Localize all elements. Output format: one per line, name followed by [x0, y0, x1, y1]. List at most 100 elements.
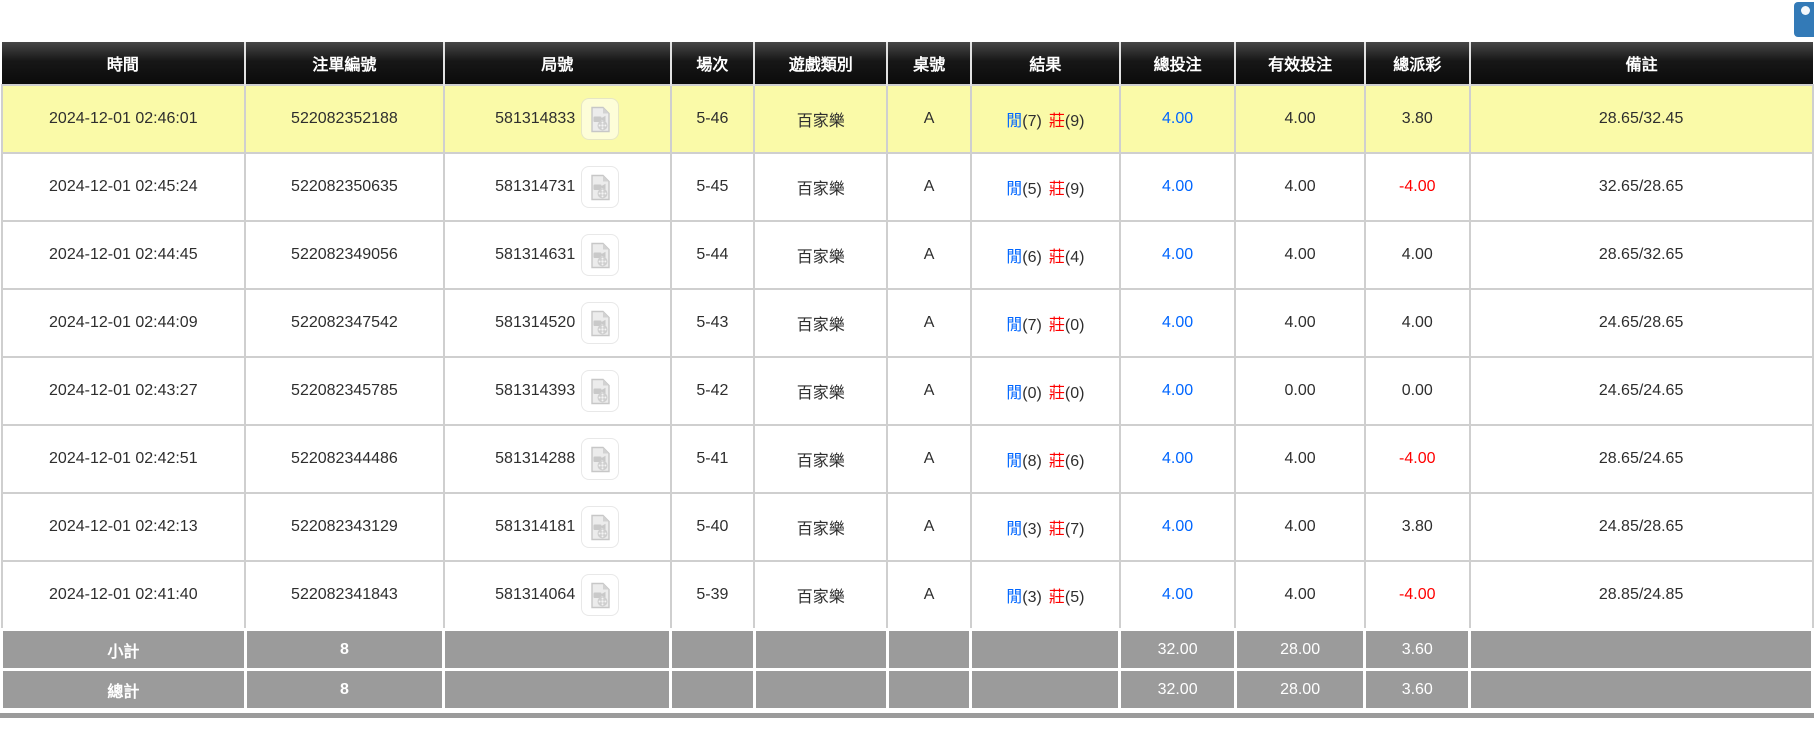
cell-game-type: 百家樂 [754, 289, 887, 357]
table-row[interactable]: 2024-12-01 02:45:24522082350635581314731… [2, 153, 1813, 221]
cell-payout: -4.00 [1365, 153, 1470, 221]
summary-total-bet: 32.00 [1120, 630, 1235, 670]
summary-total-bet: 32.00 [1120, 670, 1235, 710]
banker-score: (9) [1065, 113, 1085, 130]
video-file-icon [589, 174, 612, 201]
subtotal-row: 小計832.0028.003.60 [2, 630, 1813, 670]
video-replay-button[interactable] [581, 438, 619, 480]
video-replay-button[interactable] [581, 574, 619, 616]
video-replay-button[interactable] [581, 166, 619, 208]
cell-payout: -4.00 [1365, 425, 1470, 493]
column-header-round: 局號 [444, 42, 671, 85]
video-file-icon [589, 582, 612, 609]
round-number: 581314288 [495, 450, 575, 468]
cell-time: 2024-12-01 02:42:51 [2, 425, 246, 493]
banker-label: 莊 [1049, 249, 1065, 266]
cell-table-no: A [887, 357, 971, 425]
banker-label: 莊 [1049, 385, 1065, 402]
cell-table-no: A [887, 561, 971, 630]
cell-session: 5-40 [671, 493, 755, 561]
table-row[interactable]: 2024-12-01 02:42:51522082344486581314288… [2, 425, 1813, 493]
cell-payout: 4.00 [1365, 289, 1470, 357]
cell-game-type: 百家樂 [754, 357, 887, 425]
banker-score: (4) [1065, 249, 1085, 266]
cell-bet-id: 522082350635 [245, 153, 444, 221]
column-header-table-no: 桌號 [887, 42, 971, 85]
table-row-highlighted[interactable]: 2024-12-01 02:46:01522082352188581314833… [2, 85, 1813, 153]
table-row[interactable]: 2024-12-01 02:42:13522082343129581314181… [2, 493, 1813, 561]
banker-label: 莊 [1049, 317, 1065, 334]
grand-total-label: 總計 [2, 670, 246, 710]
cell-bet-id: 522082345785 [245, 357, 444, 425]
banker-label: 莊 [1049, 521, 1065, 538]
bet-history-page: 時間注單編號局號場次遊戲類別桌號結果總投注有效投注總派彩備註 2024-12-0… [0, 0, 1814, 730]
table-row[interactable]: 2024-12-01 02:41:40522082341843581314064… [2, 561, 1813, 630]
round-group: 581314731 [449, 166, 666, 208]
cell-result: 閒(3)莊(5) [971, 561, 1120, 630]
round-group: 581314631 [449, 234, 666, 276]
cell-round: 581314064 [444, 561, 671, 630]
cell-bet-id: 522082341843 [245, 561, 444, 630]
column-header-result: 結果 [971, 42, 1120, 85]
column-header-payout: 總派彩 [1365, 42, 1470, 85]
round-group: 581314520 [449, 302, 666, 344]
summary-empty-cell [754, 670, 887, 710]
top-right-button[interactable] [1794, 2, 1814, 37]
cell-game-type: 百家樂 [754, 153, 887, 221]
banker-label: 莊 [1049, 453, 1065, 470]
cell-valid-bet: 4.00 [1235, 425, 1365, 493]
summary-empty-cell [671, 670, 755, 710]
cell-table-no: A [887, 153, 971, 221]
summary-empty-cell [971, 670, 1120, 710]
cell-result: 閒(6)莊(4) [971, 221, 1120, 289]
video-replay-button[interactable] [581, 370, 619, 412]
cell-remark: 28.65/24.65 [1470, 425, 1813, 493]
table-row[interactable]: 2024-12-01 02:44:45522082349056581314631… [2, 221, 1813, 289]
summary-count: 8 [245, 630, 444, 670]
cell-time: 2024-12-01 02:45:24 [2, 153, 246, 221]
cell-remark: 32.65/28.65 [1470, 153, 1813, 221]
cell-session: 5-43 [671, 289, 755, 357]
round-number: 581314181 [495, 518, 575, 536]
video-replay-button[interactable] [581, 234, 619, 276]
video-replay-button[interactable] [581, 98, 619, 140]
cell-result: 閒(7)莊(9) [971, 85, 1120, 153]
round-number: 581314393 [495, 382, 575, 400]
cell-session: 5-44 [671, 221, 755, 289]
round-number: 581314520 [495, 314, 575, 332]
cell-total-bet: 4.00 [1120, 153, 1235, 221]
cell-valid-bet: 0.00 [1235, 357, 1365, 425]
cell-round: 581314833 [444, 85, 671, 153]
summary-payout: 3.60 [1365, 630, 1470, 670]
cell-session: 5-41 [671, 425, 755, 493]
cell-game-type: 百家樂 [754, 561, 887, 630]
column-header-remark: 備註 [1470, 42, 1813, 85]
cell-bet-id: 522082352188 [245, 85, 444, 153]
cell-round: 581314520 [444, 289, 671, 357]
video-replay-button[interactable] [581, 302, 619, 344]
banker-label: 莊 [1049, 589, 1065, 606]
table-bottom-bar [0, 713, 1814, 718]
cell-game-type: 百家樂 [754, 493, 887, 561]
grand-total-row: 總計832.0028.003.60 [2, 670, 1813, 710]
cell-total-bet: 4.00 [1120, 85, 1235, 153]
cell-valid-bet: 4.00 [1235, 85, 1365, 153]
video-file-icon [589, 378, 612, 405]
player-score: (0) [1022, 385, 1042, 402]
player-label: 閒 [1006, 181, 1022, 198]
video-replay-button[interactable] [581, 506, 619, 548]
table-row[interactable]: 2024-12-01 02:43:27522082345785581314393… [2, 357, 1813, 425]
player-label: 閒 [1006, 589, 1022, 606]
cell-total-bet: 4.00 [1120, 493, 1235, 561]
cell-table-no: A [887, 221, 971, 289]
round-group: 581314288 [449, 438, 666, 480]
round-group: 581314181 [449, 506, 666, 548]
player-score: (3) [1022, 589, 1042, 606]
round-number: 581314833 [495, 110, 575, 128]
table-row[interactable]: 2024-12-01 02:44:09522082347542581314520… [2, 289, 1813, 357]
cell-valid-bet: 4.00 [1235, 493, 1365, 561]
cell-valid-bet: 4.00 [1235, 221, 1365, 289]
video-file-icon [589, 310, 612, 337]
banker-score: (7) [1065, 521, 1085, 538]
summary-count: 8 [245, 670, 444, 710]
